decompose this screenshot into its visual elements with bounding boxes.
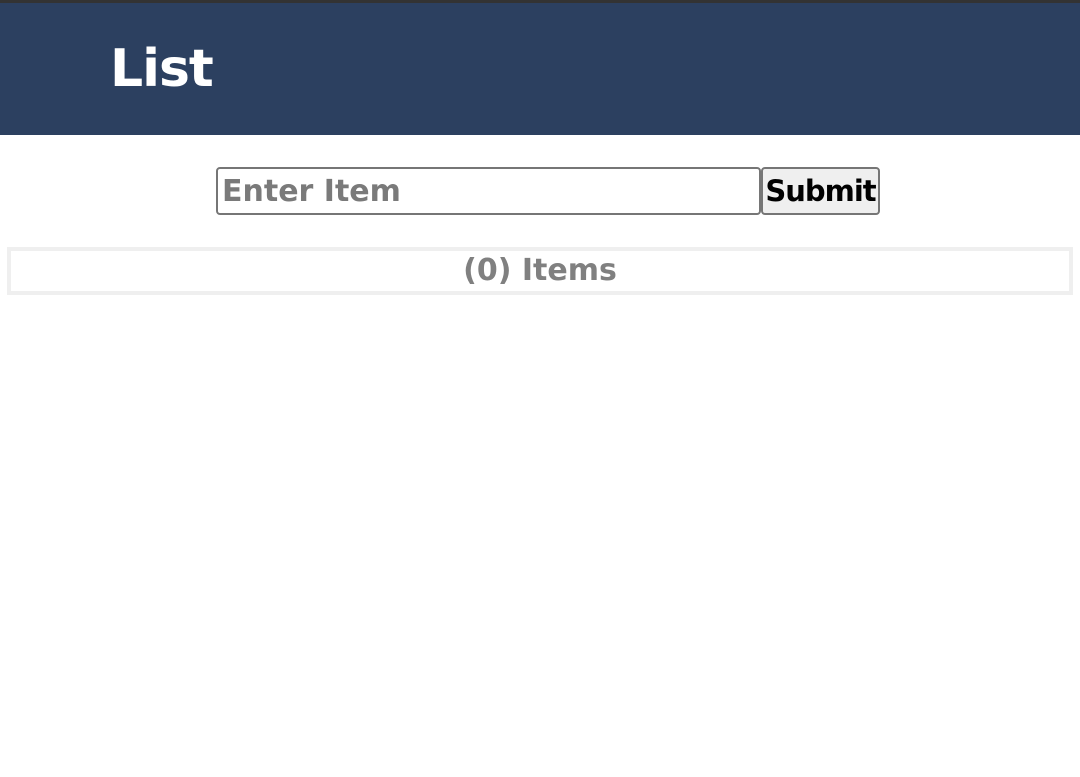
item-input[interactable]: [216, 167, 761, 215]
page-header: List: [0, 3, 1080, 135]
item-count-label: (0) Items: [463, 253, 617, 288]
submit-button[interactable]: Submit: [761, 167, 880, 215]
item-list: (0) Items: [7, 247, 1073, 295]
page-title: List: [110, 39, 214, 99]
